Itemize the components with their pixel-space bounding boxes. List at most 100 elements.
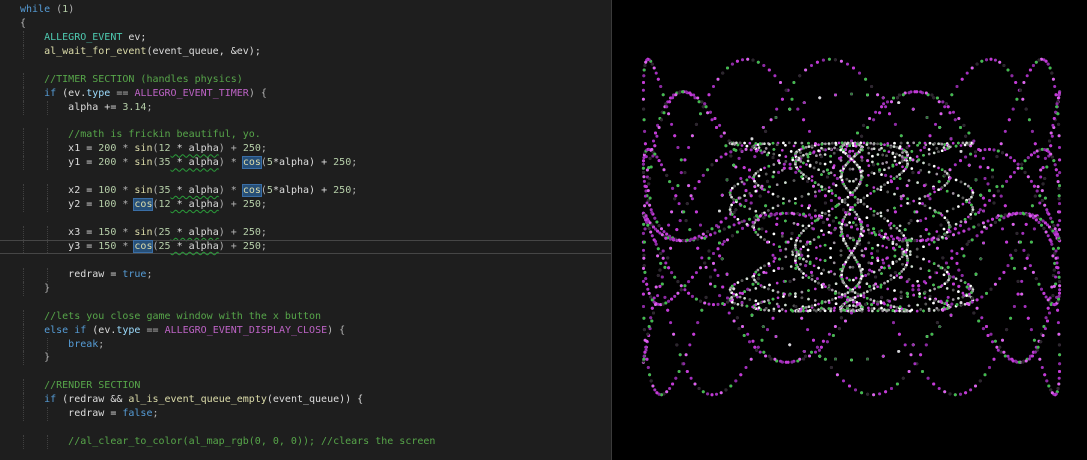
curve-dot bbox=[645, 282, 649, 286]
curve-dot bbox=[867, 241, 871, 245]
curve-dot bbox=[1036, 155, 1040, 159]
curve-dot bbox=[784, 247, 788, 251]
curve-dot bbox=[749, 194, 753, 198]
code-line[interactable]: x1 = 200 * sin(12 * alpha) + 250; bbox=[0, 142, 611, 157]
indent-guide bbox=[23, 323, 24, 338]
code-line[interactable] bbox=[0, 170, 611, 184]
code-line[interactable]: y2 = 100 * cos(12 * alpha) + 250; bbox=[0, 198, 611, 213]
code-line[interactable]: x2 = 100 * sin(35 * alpha) * cos(5*alpha… bbox=[0, 184, 611, 199]
code-editor[interactable]: while (1){ ALLEGRO_EVENT ev; al_wait_for… bbox=[0, 0, 611, 460]
code-line[interactable]: //math is frickin beautiful, yo. bbox=[0, 128, 611, 143]
curve-dot bbox=[862, 123, 866, 127]
curve-dot bbox=[848, 384, 851, 388]
code-line[interactable]: ALLEGRO_EVENT ev; bbox=[0, 30, 611, 45]
code-line[interactable] bbox=[0, 212, 611, 226]
indent-guide bbox=[23, 128, 24, 143]
curve-dot bbox=[913, 362, 917, 366]
code-token: * alpha bbox=[170, 199, 219, 211]
indent-guide bbox=[23, 407, 24, 422]
code-line[interactable]: } bbox=[0, 281, 611, 296]
curve-dot bbox=[845, 244, 849, 248]
code-line[interactable] bbox=[0, 115, 611, 129]
curve-dot bbox=[855, 260, 859, 264]
code-line[interactable]: redraw = true; bbox=[0, 267, 611, 282]
curve-dot bbox=[1032, 227, 1036, 231]
code-line[interactable]: while (1) bbox=[0, 3, 611, 17]
curve-dot bbox=[886, 181, 890, 184]
code-token: (redraw && bbox=[56, 394, 129, 406]
indent-guide bbox=[47, 198, 49, 213]
code-line[interactable]: y1 = 200 * sin(35 * alpha) * cos(5*alpha… bbox=[0, 156, 611, 171]
curve-dot bbox=[823, 357, 827, 361]
curve-dot bbox=[756, 233, 760, 236]
curve-dot bbox=[820, 188, 824, 191]
curve-dot bbox=[825, 175, 829, 179]
curve-dot bbox=[946, 295, 950, 299]
code-token: { bbox=[20, 17, 27, 29]
code-token: alpha += bbox=[68, 101, 123, 113]
curve-dot bbox=[660, 163, 663, 167]
curve-dot bbox=[978, 379, 982, 383]
curve-dot bbox=[905, 280, 909, 284]
curve-dot bbox=[1044, 316, 1048, 320]
curve-dot bbox=[1052, 268, 1056, 272]
curve-dot bbox=[1040, 366, 1044, 369]
code-line[interactable]: else if (ev.type == ALLEGRO_EVENT_DISPLA… bbox=[0, 323, 611, 338]
curve-dot bbox=[788, 162, 792, 166]
curve-dot bbox=[771, 206, 775, 210]
curve-dot bbox=[1022, 81, 1026, 84]
code-line[interactable]: //TIMER SECTION (handles physics) bbox=[0, 72, 611, 87]
code-line[interactable]: //al_clear_to_color(al_map_rgb(0, 0, 0))… bbox=[0, 435, 611, 449]
indent-guide bbox=[23, 226, 24, 240]
curve-dot bbox=[952, 275, 955, 279]
curve-dot bbox=[957, 268, 961, 272]
curve-dot bbox=[731, 284, 734, 288]
code-line[interactable]: //RENDER SECTION bbox=[0, 379, 611, 394]
code-line-current[interactable]: y3 = 150 * cos(25 * alpha) + 250; bbox=[0, 239, 611, 254]
curve-dot bbox=[924, 228, 928, 232]
curve-dot bbox=[1043, 196, 1047, 200]
code-line[interactable] bbox=[0, 421, 611, 435]
curve-dot bbox=[890, 387, 893, 390]
curve-dot bbox=[1038, 357, 1042, 361]
code-line[interactable] bbox=[0, 365, 611, 379]
code-line[interactable]: al_wait_for_event(event_queue, &ev); bbox=[0, 44, 611, 59]
curve-dot bbox=[909, 309, 912, 313]
code-line[interactable]: alpha += 3.14; bbox=[0, 100, 611, 115]
code-line[interactable]: } bbox=[0, 351, 611, 366]
code-line[interactable]: { bbox=[0, 17, 611, 31]
curve-dot bbox=[919, 308, 922, 311]
curve-dot bbox=[642, 264, 646, 268]
curve-dot bbox=[642, 256, 646, 260]
curve-dot bbox=[706, 230, 710, 234]
curve-dot bbox=[972, 311, 976, 315]
curve-dot bbox=[815, 154, 818, 157]
code-token: (event_queue)) { bbox=[266, 394, 364, 406]
curve-dot bbox=[700, 236, 704, 240]
curve-dot bbox=[866, 194, 869, 197]
curve-dot bbox=[1056, 321, 1060, 325]
curve-dot bbox=[916, 181, 919, 184]
code-line[interactable] bbox=[0, 254, 611, 268]
code-line[interactable]: if (ev.type == ALLEGRO_EVENT_TIMER) { bbox=[0, 86, 611, 101]
code-line[interactable]: x3 = 150 * sin(25 * alpha) + 250; bbox=[0, 226, 611, 240]
curve-dot bbox=[851, 191, 855, 194]
code-line[interactable] bbox=[0, 296, 611, 310]
curve-dot bbox=[872, 189, 876, 193]
curve-dot bbox=[945, 287, 949, 290]
code-line[interactable]: if (redraw && al_is_event_queue_empty(ev… bbox=[0, 393, 611, 408]
curve-dot bbox=[841, 218, 845, 222]
curve-dot bbox=[872, 284, 876, 287]
curve-dot bbox=[643, 194, 647, 198]
curve-dot bbox=[782, 202, 785, 205]
curve-dot bbox=[807, 206, 810, 210]
curve-dot bbox=[784, 155, 788, 158]
code-line[interactable]: //lets you close game window with the x … bbox=[0, 309, 611, 324]
code-line[interactable]: redraw = false; bbox=[0, 407, 611, 422]
curve-dot bbox=[1046, 306, 1050, 310]
curve-dot bbox=[701, 105, 705, 109]
curve-dot bbox=[812, 338, 815, 342]
curve-dot bbox=[880, 105, 884, 109]
code-line[interactable] bbox=[0, 59, 611, 73]
code-line[interactable]: break; bbox=[0, 337, 611, 352]
